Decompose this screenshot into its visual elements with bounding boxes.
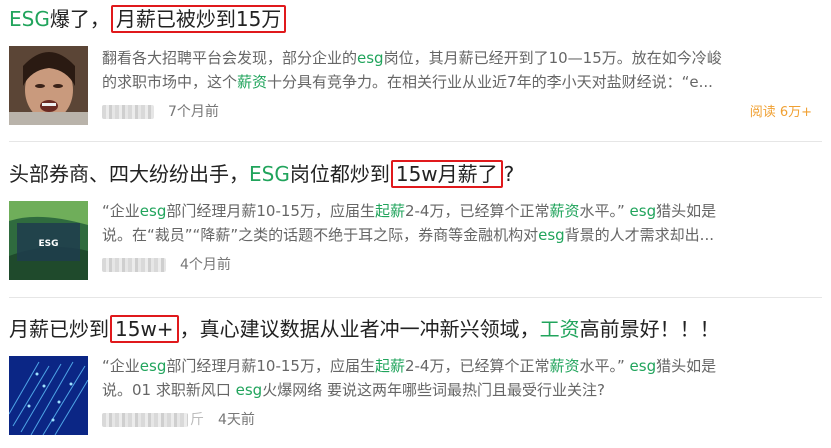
article-snippet-2: “企业esg部门经理月薪10-15万，应届生起薪2-4万，已经算个正常薪资水平。… bbox=[102, 202, 717, 244]
author-name-blurred[interactable] bbox=[102, 258, 166, 272]
title-text: 爆了， bbox=[49, 7, 110, 31]
thumbnail-label: ESG bbox=[38, 239, 58, 249]
highlight-box: 15w+ bbox=[110, 315, 179, 343]
highlight-box: 15w月薪了 bbox=[390, 160, 503, 188]
thumbnail-image-esg[interactable]: ESG bbox=[9, 201, 88, 280]
article-card-2[interactable]: 头部券商、四大纷纷出手，ESG岗位都炒到 15w月薪了? ESG “企业esg部门… bbox=[0, 141, 831, 291]
article-meta-3: 斤 4天前 bbox=[102, 410, 255, 430]
author-name-blurred[interactable] bbox=[102, 413, 188, 427]
author-tail: 斤 bbox=[190, 412, 204, 428]
highlight-box: 月薪已被炒到15万 bbox=[110, 5, 287, 33]
read-count: 阅读 6万+ bbox=[749, 105, 812, 120]
article-title-2[interactable]: 头部券商、四大纷纷出手，ESG岗位都炒到 15w月薪了? bbox=[9, 160, 514, 188]
article-card-3[interactable]: 月薪已炒到 15w+ ，真心建议数据从业者冲一冲新兴领域，工资高前景好！！！ “企业… bbox=[0, 297, 831, 448]
article-snippet-1: 翻看各大招聘平台会发现，部分企业的esg岗位，其月薪已经开到了10—15万。放在… bbox=[102, 49, 722, 91]
article-snippet-3: “企业esg部门经理月薪10-15万，应届生起薪2-4万，已经算个正常薪资水平。… bbox=[102, 357, 717, 399]
article-meta-1: 7个月前 bbox=[102, 102, 219, 122]
thumbnail-image-woman[interactable] bbox=[9, 46, 88, 125]
article-title-3[interactable]: 月薪已炒到 15w+ ，真心建议数据从业者冲一冲新兴领域，工资高前景好！！！ bbox=[9, 315, 720, 343]
publish-time: 4天前 bbox=[218, 412, 255, 428]
author-name-blurred[interactable] bbox=[102, 105, 154, 119]
article-meta-2: 4个月前 bbox=[102, 255, 231, 275]
title-keyword: ESG bbox=[9, 7, 50, 31]
title-keyword: ESG bbox=[249, 162, 290, 186]
thumbnail-image-data[interactable] bbox=[9, 356, 88, 435]
article-title-1[interactable]: ESG爆了， 月薪已被炒到15万 bbox=[9, 5, 287, 33]
publish-time: 7个月前 bbox=[168, 104, 219, 120]
title-keyword: 工资 bbox=[539, 317, 580, 341]
publish-time: 4个月前 bbox=[180, 257, 231, 273]
article-card-1[interactable]: ESG爆了， 月薪已被炒到15万 翻看各大招聘平台会发现，部分企业的esg岗位，其… bbox=[0, 0, 831, 130]
